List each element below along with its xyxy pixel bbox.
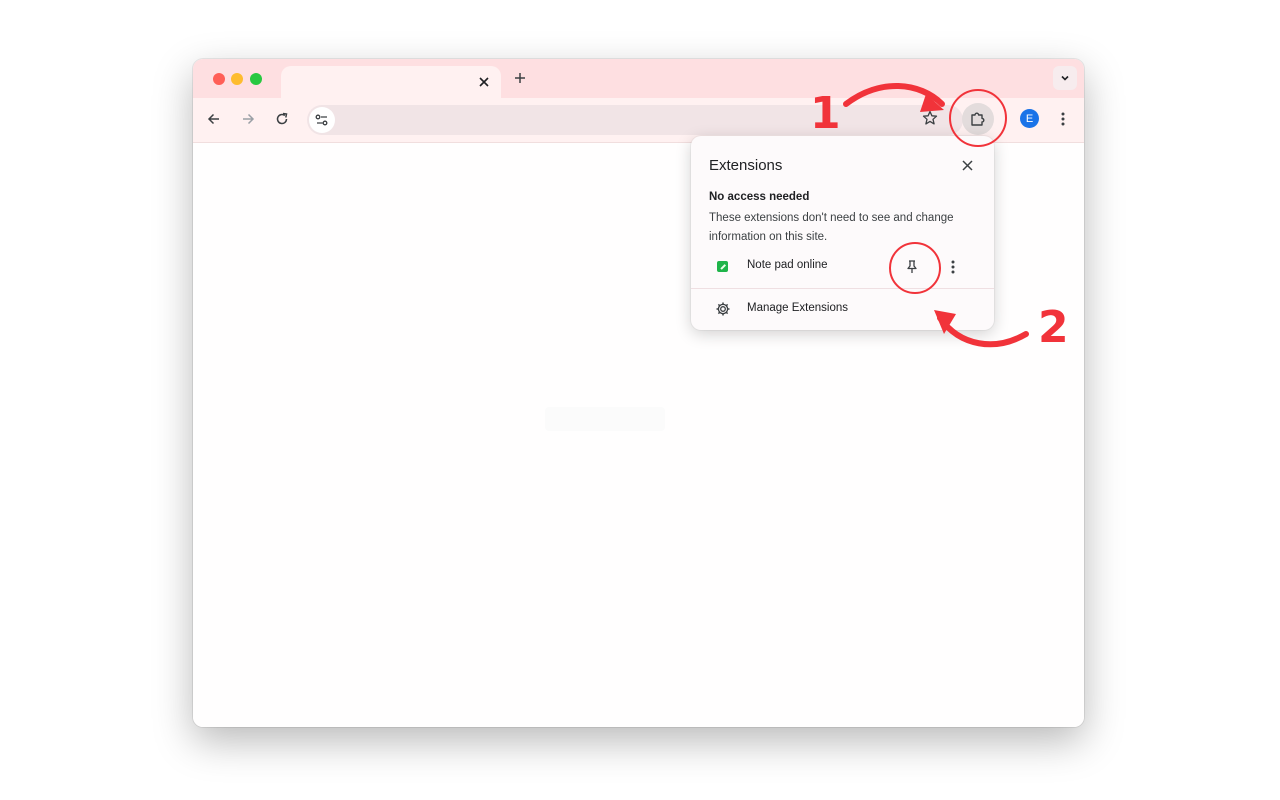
pin-extension-button[interactable] — [902, 256, 922, 278]
popup-divider — [691, 288, 994, 289]
close-icon — [961, 159, 973, 171]
forward-icon — [243, 113, 255, 125]
extension-more-button[interactable] — [944, 256, 962, 278]
gear-icon — [716, 302, 730, 316]
kebab-icon — [1061, 112, 1065, 126]
minimize-window-button[interactable] — [231, 73, 243, 85]
tab-strip — [193, 59, 1084, 98]
kebab-icon — [951, 260, 955, 274]
site-info-button[interactable] — [309, 107, 335, 133]
back-icon — [207, 113, 219, 125]
pin-icon — [907, 260, 917, 273]
chevron-down-icon — [1061, 75, 1069, 81]
manage-extensions-icon — [714, 300, 732, 318]
close-window-button[interactable] — [213, 73, 225, 85]
popup-title: Extensions — [709, 157, 783, 174]
section-heading: No access needed — [709, 191, 810, 203]
reload-icon — [276, 112, 288, 125]
annotation-step-1: 1 — [810, 88, 841, 139]
active-tab[interactable] — [281, 66, 501, 98]
reload-button[interactable] — [271, 108, 293, 130]
back-button[interactable] — [203, 108, 225, 130]
extensions-popup: Extensions No access needed These extens… — [691, 136, 994, 330]
tab-search-button[interactable] — [1053, 66, 1077, 90]
browser-menu-button[interactable] — [1052, 108, 1074, 130]
manage-extensions-link[interactable]: Manage Extensions — [747, 302, 848, 314]
forward-button[interactable] — [237, 108, 259, 130]
extension-icon — [717, 261, 728, 272]
bookmark-button[interactable] — [920, 108, 940, 128]
address-bar[interactable] — [307, 105, 963, 135]
annotation-step-2: 2 — [1038, 302, 1069, 353]
plus-icon — [515, 73, 525, 83]
star-icon — [922, 110, 938, 125]
extension-name[interactable]: Note pad online — [747, 259, 828, 271]
new-tab-button[interactable] — [511, 69, 529, 87]
tab-close-icon[interactable] — [475, 73, 493, 91]
extensions-button[interactable] — [962, 103, 994, 135]
profile-avatar[interactable]: E — [1020, 109, 1039, 128]
maximize-window-button[interactable] — [250, 73, 262, 85]
popup-close-button[interactable] — [959, 157, 975, 173]
page-placeholder — [545, 407, 665, 431]
puzzle-icon — [971, 112, 985, 126]
section-description: These extensions don't need to see and c… — [709, 212, 954, 243]
site-info-icon — [315, 114, 328, 126]
